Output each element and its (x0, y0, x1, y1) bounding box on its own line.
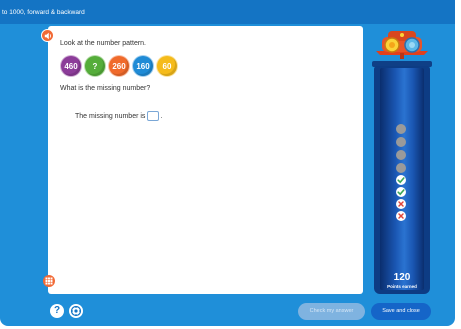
robot-character-icon (376, 31, 428, 59)
check-answer-button[interactable]: Check my answer (298, 303, 365, 320)
result-pending-icon (396, 150, 406, 160)
grid-icon[interactable] (43, 275, 55, 287)
save-and-close-button[interactable]: Save and close (371, 303, 431, 320)
activity-title: to 1000, forward & backward (2, 9, 85, 16)
help-button[interactable]: ? (50, 304, 64, 318)
result-pending-icon (396, 124, 406, 134)
progress-panel: 120 Points earned (369, 26, 435, 294)
settings-icon[interactable] (69, 304, 83, 318)
app-frame: to 1000, forward & backward Look at the … (0, 0, 455, 326)
pattern-bubble: 60 (156, 55, 178, 77)
result-correct-icon (396, 175, 406, 185)
result-pending-icon (396, 137, 406, 147)
title-bar: to 1000, forward & backward (0, 0, 455, 24)
result-wrong-icon (396, 199, 406, 209)
question-text: What is the missing number? (60, 85, 151, 92)
result-correct-icon (396, 187, 406, 197)
pattern-bubble-missing: ? (84, 55, 106, 77)
speaker-icon[interactable] (41, 29, 54, 42)
points-label: Points earned (387, 284, 417, 289)
answer-prefix: The missing number is (75, 112, 146, 120)
answer-row: The missing number is . (75, 111, 162, 121)
question-prompt: Look at the number pattern. (60, 40, 146, 47)
pattern-bubble: 160 (132, 55, 154, 77)
answer-suffix: . (160, 112, 163, 120)
pattern-bubble: 460 (60, 55, 82, 77)
result-wrong-icon (396, 211, 406, 221)
pattern-bubble: 260 (108, 55, 130, 77)
result-pending-icon (396, 163, 406, 173)
answer-input[interactable] (147, 111, 160, 121)
points-value: 120 (393, 272, 411, 283)
question-card: Look at the number pattern. 460 ? 260 16… (48, 26, 363, 294)
